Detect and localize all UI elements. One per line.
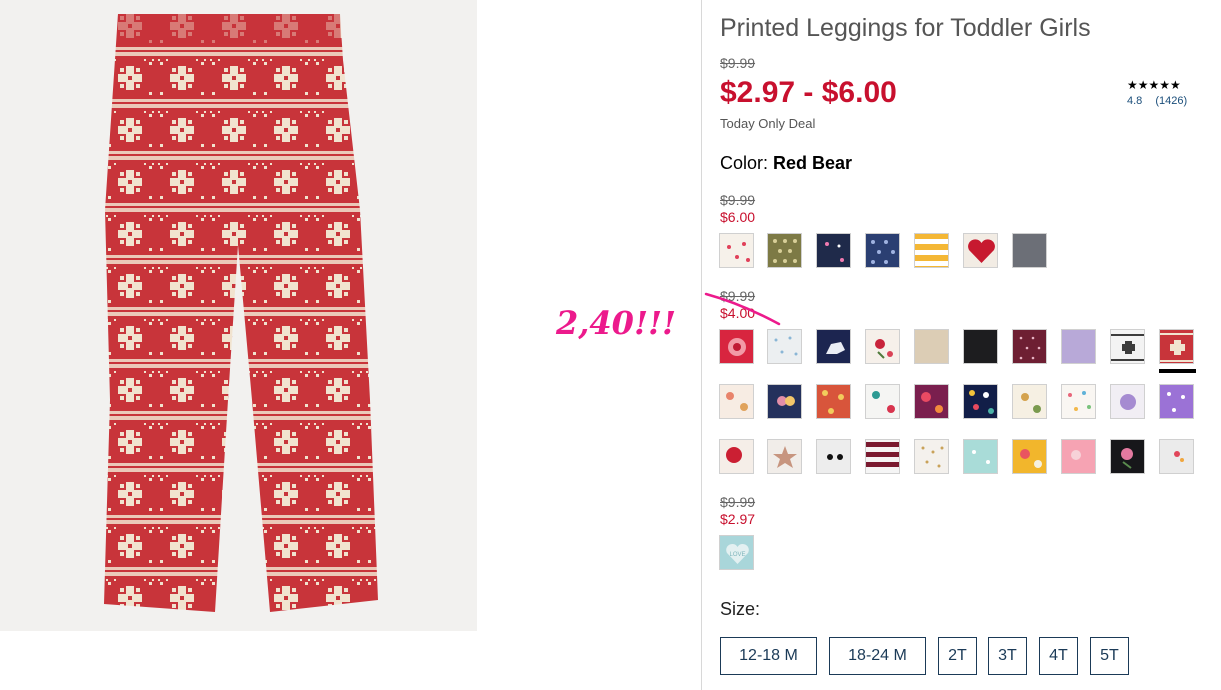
swatch-black-floral[interactable] (1110, 439, 1145, 474)
swatch-hearts-cream[interactable] (719, 233, 754, 268)
product-rating[interactable]: ★★★★★ 4.8 (1426) (1127, 78, 1197, 107)
swatch-peach-floral[interactable] (719, 384, 754, 419)
swatch-heather-grey[interactable] (1012, 233, 1047, 268)
swatch-navy-unicorn[interactable] (816, 329, 851, 364)
selected-swatch-indicator (1159, 369, 1196, 373)
size-option-12-18m[interactable]: 12-18 M (720, 637, 817, 675)
swatch-yellow-floral[interactable] (1012, 439, 1047, 474)
swatch-black[interactable] (963, 329, 998, 364)
swatch-magenta-floral[interactable] (914, 384, 949, 419)
size-option-3t[interactable]: 3T (988, 637, 1027, 675)
swatch-navy-dots[interactable] (865, 233, 900, 268)
size-label: Size: (720, 599, 761, 619)
leggings-illustration (104, 14, 378, 612)
swatch-navy-multidot[interactable] (963, 384, 998, 419)
original-price: $9.99 (720, 55, 756, 71)
swatch-gold-flecks[interactable] (914, 439, 949, 474)
selected-color-name: Red Bear (773, 153, 853, 173)
swatch-navy-hearts[interactable] (816, 233, 851, 268)
swatch-yellow-stripe[interactable] (914, 233, 949, 268)
swatch-grey-panda[interactable] (816, 439, 851, 474)
swatch-burgundy-stripe[interactable] (865, 439, 900, 474)
review-count[interactable]: (1426) (1155, 95, 1187, 107)
size-option-18-24m[interactable]: 18-24 M (829, 637, 926, 675)
swatch-cream-red-floral[interactable] (865, 329, 900, 364)
price-group-6: $9.99 $6.00 (720, 192, 756, 225)
svg-text:LOVE: LOVE (729, 552, 745, 558)
swatch-white-teal-floral[interactable] (865, 384, 900, 419)
swatch-oatmeal[interactable] (914, 329, 949, 364)
deal-text: Today Only Deal (720, 116, 816, 131)
product-title: Printed Leggings for Toddler Girls (720, 14, 1091, 42)
size-option-4t[interactable]: 4T (1039, 637, 1078, 675)
swatch-red-fairisle-selected[interactable] (1159, 329, 1194, 364)
sale-price: $2.97 - $6.00 (720, 76, 897, 109)
swatch-burgundy-dots[interactable] (1012, 329, 1047, 364)
swatch-white-confetti[interactable] (1061, 384, 1096, 419)
swatch-red-poinsettia[interactable] (719, 439, 754, 474)
swatch-lilac-floral[interactable] (1110, 384, 1145, 419)
swatch-rose-gold-star[interactable] (767, 439, 802, 474)
swatch-mint-print[interactable] (963, 439, 998, 474)
panel-divider (701, 0, 702, 690)
annotation-strike-line (704, 292, 781, 326)
swatch-red-rose[interactable] (719, 329, 754, 364)
swatch-olive-print[interactable] (767, 233, 802, 268)
swatch-grey-fairisle[interactable] (1110, 329, 1145, 364)
swatch-lavender[interactable] (1061, 329, 1096, 364)
swatch-orange-floral[interactable] (816, 384, 851, 419)
handwritten-price-annotation: 2,40!!! (556, 304, 677, 342)
swatch-cream-gold-floral[interactable] (1012, 384, 1047, 419)
color-label: Color: Red Bear (720, 153, 853, 173)
swatch-love-heart[interactable]: LOVE (719, 535, 754, 570)
rating-value: 4.8 (1127, 95, 1143, 107)
swatch-pink-floral[interactable] (1061, 439, 1096, 474)
swatch-purple-floral[interactable] (1159, 384, 1194, 419)
star-rating-icon: ★★★★★ (1127, 78, 1181, 92)
size-option-5t[interactable]: 5T (1090, 637, 1129, 675)
swatch-red-heart[interactable] (963, 233, 998, 268)
size-option-2t[interactable]: 2T (938, 637, 977, 675)
price-group-297: $9.99 $2.97 (720, 494, 756, 527)
swatch-grey-rosebud[interactable] (1159, 439, 1194, 474)
swatch-navy-butterfly[interactable] (767, 384, 802, 419)
product-image (0, 0, 477, 631)
swatch-grey-spots[interactable] (767, 329, 802, 364)
